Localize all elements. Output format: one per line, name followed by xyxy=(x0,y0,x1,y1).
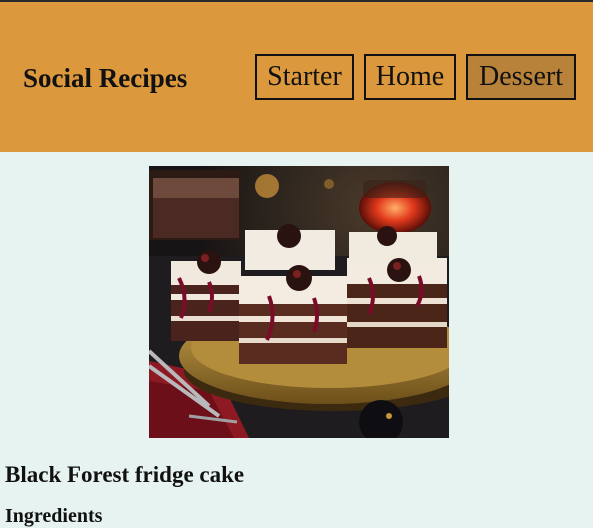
site-header: Social Recipes Starter Home Dessert xyxy=(0,2,593,152)
nav-dessert-button[interactable]: Dessert xyxy=(466,54,576,100)
nav-home-button[interactable]: Home xyxy=(364,54,456,100)
ingredients-heading: Ingredients xyxy=(5,505,103,527)
cake-photo-illustration xyxy=(149,166,449,438)
recipe-title: Black Forest fridge cake xyxy=(5,462,245,487)
nav-starter-button[interactable]: Starter xyxy=(255,54,354,100)
recipe-photo xyxy=(149,166,449,438)
site-brand[interactable]: Social Recipes xyxy=(23,62,187,94)
